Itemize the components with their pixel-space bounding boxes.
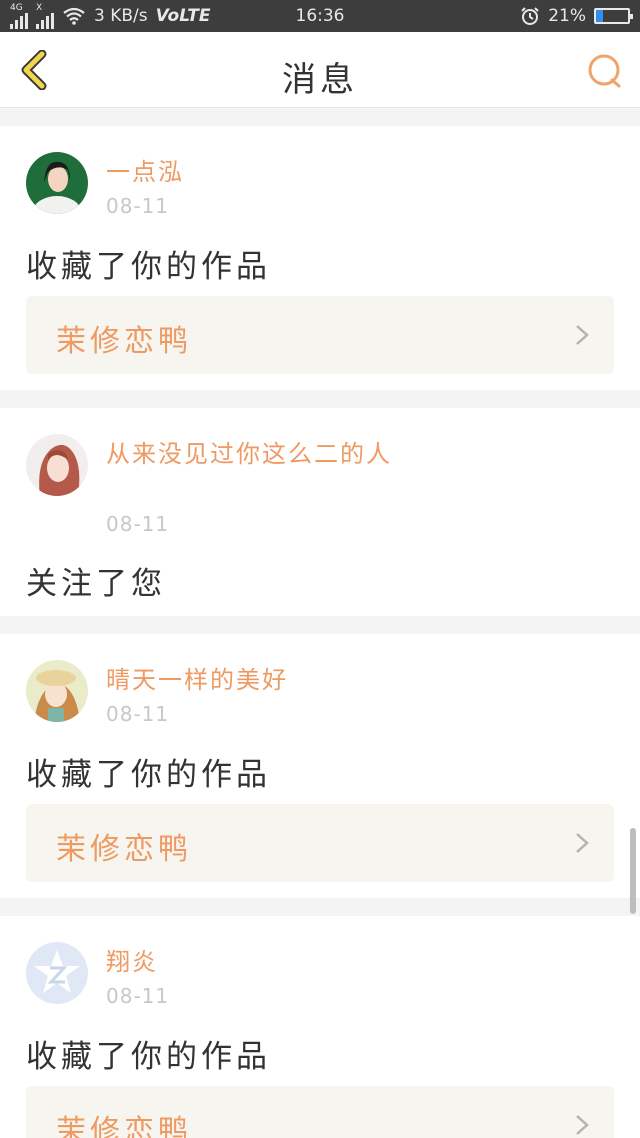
message-date: 08-11 bbox=[106, 702, 170, 726]
work-link[interactable]: 茉修恋鸭 bbox=[26, 1086, 614, 1138]
search-button[interactable] bbox=[586, 52, 624, 90]
work-link[interactable]: 茉修恋鸭 bbox=[26, 804, 614, 882]
message-action: 收藏了你的作品 bbox=[26, 1039, 271, 1075]
message-action: 收藏了你的作品 bbox=[26, 249, 271, 285]
page-title: 消息 bbox=[282, 60, 358, 100]
no-signal-mark: X bbox=[36, 2, 43, 13]
avatar[interactable] bbox=[26, 942, 88, 1004]
status-bar: 4G X 3 KB/s VoLTE 16:36 21% bbox=[0, 0, 640, 32]
work-title: 茉修恋鸭 bbox=[56, 1114, 192, 1138]
work-link[interactable]: 茉修恋鸭 bbox=[26, 296, 614, 374]
message-date: 08-11 bbox=[106, 512, 170, 536]
username[interactable]: 晴天一样的美好 bbox=[106, 664, 406, 696]
search-icon bbox=[588, 54, 621, 88]
work-title: 茉修恋鸭 bbox=[56, 832, 192, 867]
username[interactable]: 翔炎 bbox=[106, 946, 406, 978]
cellular-signal-2-icon: X bbox=[36, 2, 54, 29]
battery-percent: 21% bbox=[548, 6, 586, 26]
scrollbar[interactable] bbox=[630, 828, 636, 914]
volte-label: VoLTE bbox=[155, 6, 211, 26]
message-action: 关注了您 bbox=[26, 566, 166, 602]
message-card[interactable]: 翔炎 08-11 收藏了你的作品 茉修恋鸭 bbox=[0, 916, 640, 1138]
chevron-right-icon bbox=[576, 325, 589, 345]
avatar[interactable] bbox=[26, 434, 88, 496]
network-type-label: 4G bbox=[10, 2, 23, 13]
chevron-right-icon bbox=[576, 833, 589, 853]
message-date: 08-11 bbox=[106, 984, 170, 1008]
message-date: 08-11 bbox=[106, 194, 170, 218]
alarm-icon bbox=[521, 7, 539, 25]
message-card[interactable]: 从来没见过你这么二的人 08-11 关注了您 bbox=[0, 408, 640, 616]
chevron-right-icon bbox=[576, 1115, 589, 1135]
battery-fill bbox=[596, 10, 603, 22]
wifi-icon bbox=[63, 7, 85, 25]
message-card[interactable]: 晴天一样的美好 08-11 收藏了你的作品 茉修恋鸭 bbox=[0, 634, 640, 898]
cellular-signal-icon: 4G bbox=[10, 2, 28, 29]
status-right: 21% bbox=[520, 6, 633, 26]
work-title: 茉修恋鸭 bbox=[56, 324, 192, 359]
message-card[interactable]: 一点泓 08-11 收藏了你的作品 茉修恋鸭 bbox=[0, 126, 640, 390]
status-left: 4G X 3 KB/s VoLTE bbox=[10, 2, 211, 29]
message-action: 收藏了你的作品 bbox=[26, 757, 271, 793]
username[interactable]: 从来没见过你这么二的人 bbox=[106, 438, 406, 470]
avatar[interactable] bbox=[26, 660, 88, 722]
network-speed: 3 KB/s bbox=[94, 6, 148, 26]
battery-icon bbox=[594, 8, 633, 24]
avatar[interactable] bbox=[26, 152, 88, 214]
nav-bar: 消息 bbox=[0, 32, 640, 108]
username[interactable]: 一点泓 bbox=[106, 156, 406, 188]
